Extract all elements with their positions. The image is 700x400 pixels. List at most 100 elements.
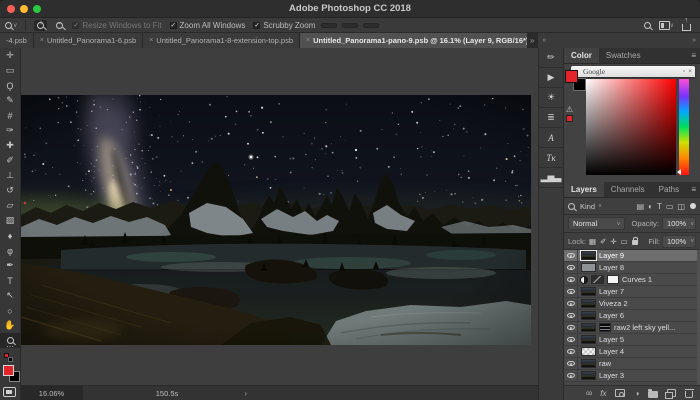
layer-thumbnail[interactable]: [581, 251, 596, 260]
zoom-level-field[interactable]: 16.06%: [21, 386, 83, 400]
dodge-tool[interactable]: φ: [0, 243, 20, 258]
saturation-brightness-field[interactable]: [586, 79, 676, 175]
lock-transparency-icon[interactable]: ▦: [589, 237, 596, 246]
fill-screen-button[interactable]: [363, 23, 379, 28]
adjustments-panel-icon[interactable]: ☀: [539, 88, 563, 108]
color-cursor-icon[interactable]: [677, 169, 681, 175]
layer-name[interactable]: Layer 7: [599, 287, 624, 296]
close-tab-icon[interactable]: ×: [306, 37, 310, 44]
layer-thumbnail[interactable]: [581, 323, 596, 332]
close-tab-icon[interactable]: ×: [149, 37, 153, 44]
layer-row-layer-4[interactable]: Layer 4: [564, 346, 700, 358]
collapse-panels-icon[interactable]: «: [542, 37, 546, 44]
tab-layers[interactable]: Layers: [564, 182, 604, 197]
document-info[interactable]: 150.5s ›: [83, 386, 251, 400]
visibility-toggle[interactable]: [564, 310, 578, 321]
brush-settings-panel-icon[interactable]: ✏: [539, 48, 563, 68]
layer-mask-thumbnail[interactable]: [607, 275, 619, 284]
layer-name[interactable]: Layer 3: [599, 371, 624, 380]
tab-channels[interactable]: Channels: [604, 182, 652, 197]
visibility-toggle[interactable]: [564, 370, 578, 381]
layer-name[interactable]: Layer 8: [599, 263, 624, 272]
workspace-switcher[interactable]: ∨: [659, 21, 674, 30]
tab-panorama-6[interactable]: × Untitled_Panorama1-6.psb: [34, 33, 143, 48]
layer-name[interactable]: Layer 6: [599, 311, 624, 320]
new-adjustment-layer-icon[interactable]: ◑: [634, 389, 639, 398]
filter-pixel-layers-icon[interactable]: ▤: [637, 202, 645, 211]
path-selection-tool[interactable]: ↖: [0, 288, 20, 303]
default-colors-icon[interactable]: [4, 353, 20, 363]
layer-row-raw[interactable]: raw: [564, 358, 700, 370]
clone-stamp-tool[interactable]: ⊥: [0, 168, 20, 183]
visibility-toggle[interactable]: [564, 322, 578, 333]
layer-thumbnail[interactable]: [581, 287, 596, 296]
panel-menu-icon[interactable]: ≡: [691, 185, 696, 194]
filter-type-layers-icon[interactable]: T: [657, 202, 662, 211]
share-icon[interactable]: [682, 24, 691, 31]
restore-window-icon[interactable]: ▫: [683, 68, 685, 75]
layer-row-layer-3[interactable]: Layer 3: [564, 370, 700, 382]
layer-name[interactable]: Layer 4: [599, 347, 624, 356]
eyedropper-tool[interactable]: ✑: [0, 123, 20, 138]
filter-toggle-icon[interactable]: [690, 203, 696, 209]
scrubby-zoom-checkbox[interactable]: Scrubby Zoom: [253, 21, 315, 30]
minimize-window-button[interactable]: [20, 5, 28, 13]
edit-toolbar-ellipsis[interactable]: ⋯: [0, 342, 20, 352]
layer-thumbnail[interactable]: [591, 275, 604, 284]
hand-tool[interactable]: ✋: [0, 318, 20, 333]
lock-position-icon[interactable]: ✛: [610, 237, 616, 246]
filter-kind-dropdown[interactable]: Kind: [580, 202, 595, 211]
zoom-out-button[interactable]: [53, 20, 66, 31]
layer-row-curves-1[interactable]: Curves 1: [564, 274, 700, 286]
type-tool[interactable]: T: [0, 273, 20, 288]
pen-tool[interactable]: ✒: [0, 258, 20, 273]
lock-pixels-icon[interactable]: ✐: [600, 237, 606, 246]
layer-row-layer-5[interactable]: Layer 5: [564, 334, 700, 346]
add-layer-mask-icon[interactable]: [615, 389, 625, 397]
blend-mode-select[interactable]: Normal ∨: [568, 217, 625, 230]
layer-thumbnail[interactable]: [581, 263, 596, 272]
move-tool[interactable]: ✛: [0, 48, 20, 63]
blur-tool[interactable]: ♦: [0, 228, 20, 243]
marquee-tool[interactable]: ▭: [0, 63, 20, 78]
healing-brush-tool[interactable]: ✚: [0, 138, 20, 153]
visibility-toggle[interactable]: [564, 358, 578, 369]
brush-tool[interactable]: ✐: [0, 153, 20, 168]
canvas-image[interactable]: [21, 95, 531, 345]
history-brush-tool[interactable]: ↺: [0, 183, 20, 198]
filter-smart-objects-icon[interactable]: ◫: [677, 202, 685, 211]
layer-name[interactable]: Layer 9: [599, 251, 624, 260]
fit-screen-button[interactable]: [342, 23, 358, 28]
zoom-in-button[interactable]: [34, 20, 47, 31]
close-window-icon[interactable]: ×: [688, 68, 692, 75]
gradient-tool[interactable]: ▨: [0, 213, 20, 228]
filter-shape-layers-icon[interactable]: ▭: [666, 202, 674, 211]
panel-menu-icon[interactable]: ≡: [691, 51, 696, 60]
layer-thumbnail[interactable]: [581, 299, 596, 308]
expand-panels-icon[interactable]: »: [692, 37, 696, 44]
layer-row-layer-8[interactable]: Layer 8: [564, 262, 700, 274]
opacity-input[interactable]: 100% ∨: [662, 217, 696, 230]
zoom-100-button[interactable]: [321, 23, 337, 28]
visibility-toggle[interactable]: [564, 286, 578, 297]
histogram-panel-icon[interactable]: ▂▅▃: [539, 168, 563, 188]
layer-name[interactable]: raw2 left sky yell...: [614, 323, 675, 332]
tab-color[interactable]: Color: [564, 48, 599, 63]
resize-windows-to-fit-checkbox[interactable]: Resize Windows to Fit: [72, 21, 161, 30]
visibility-toggle[interactable]: [564, 274, 578, 285]
layer-thumbnail[interactable]: [581, 335, 596, 344]
layer-style-icon[interactable]: fx: [600, 389, 606, 398]
layer-thumbnail[interactable]: [581, 347, 596, 356]
visibility-toggle[interactable]: [564, 250, 578, 261]
layer-thumbnail[interactable]: [581, 359, 596, 368]
visibility-toggle[interactable]: [564, 346, 578, 357]
visibility-toggle[interactable]: [564, 262, 578, 273]
actions-panel-icon[interactable]: ▶: [539, 68, 563, 88]
tab-panorama-4[interactable]: × -4.psb: [0, 33, 34, 48]
foreground-background-swatches[interactable]: [2, 365, 20, 385]
layer-row-layer-9[interactable]: Layer 9: [564, 250, 700, 262]
quick-selection-tool[interactable]: ✎: [0, 93, 20, 108]
close-window-button[interactable]: [7, 5, 15, 13]
crop-tool[interactable]: #: [0, 108, 20, 123]
floating-window-google[interactable]: Google ▫ ×: [571, 66, 695, 77]
